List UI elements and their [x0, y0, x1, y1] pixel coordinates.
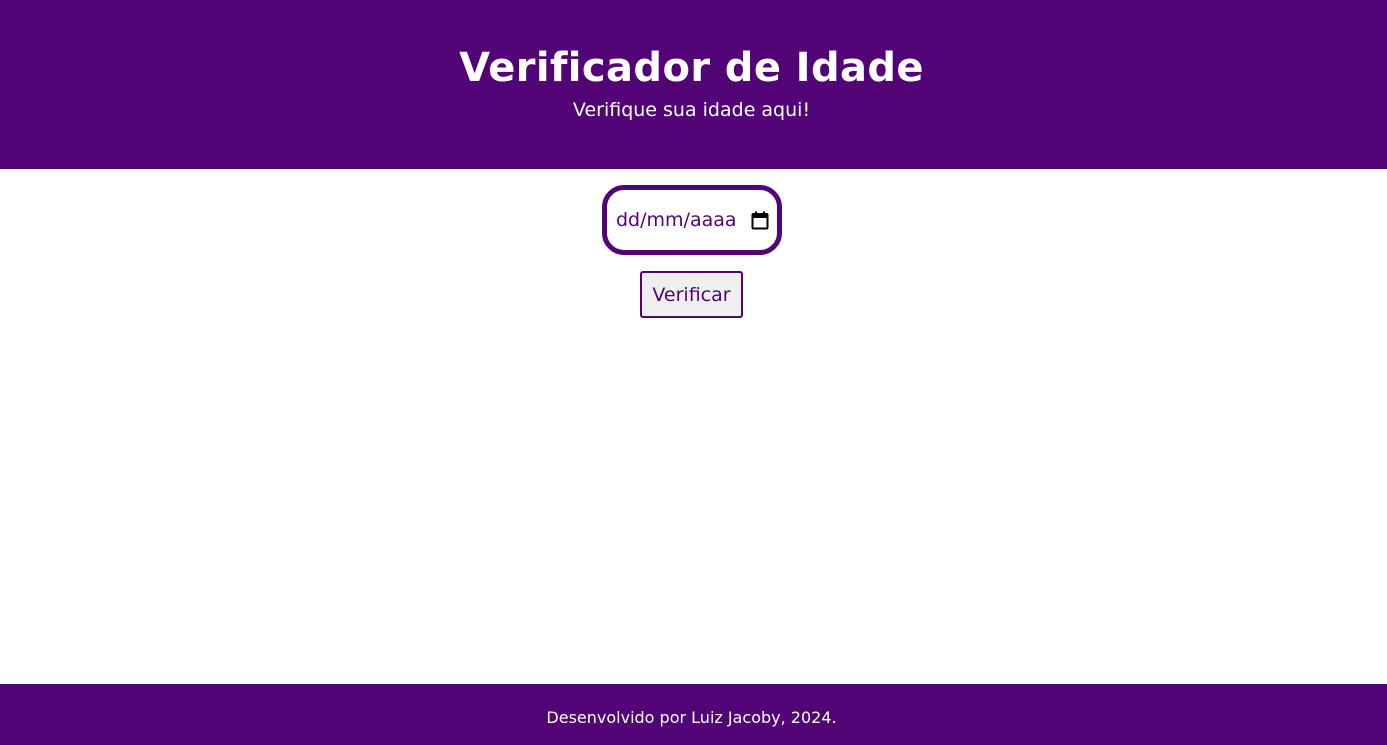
site-header: Verificador de Idade Verifique sua idade… [0, 0, 1387, 169]
page-title: Verificador de Idade [459, 45, 924, 91]
page: Verificador de Idade Verifique sua idade… [0, 0, 1387, 745]
page-subtitle: Verifique sua idade aqui! [572, 99, 811, 121]
site-footer: Desenvolvido por Luiz Jacoby, 2024. [0, 684, 1387, 745]
main-content: dd/mm/aaaa Verificar [0, 169, 1387, 684]
birthdate-placeholder: dd/mm/aaaa [616, 209, 737, 231]
birthdate-input[interactable]: dd/mm/aaaa [602, 185, 782, 255]
verify-button[interactable]: Verificar [640, 271, 743, 318]
footer-credit: Desenvolvido por Luiz Jacoby, 2024. [546, 708, 837, 727]
calendar-icon[interactable] [751, 211, 769, 230]
